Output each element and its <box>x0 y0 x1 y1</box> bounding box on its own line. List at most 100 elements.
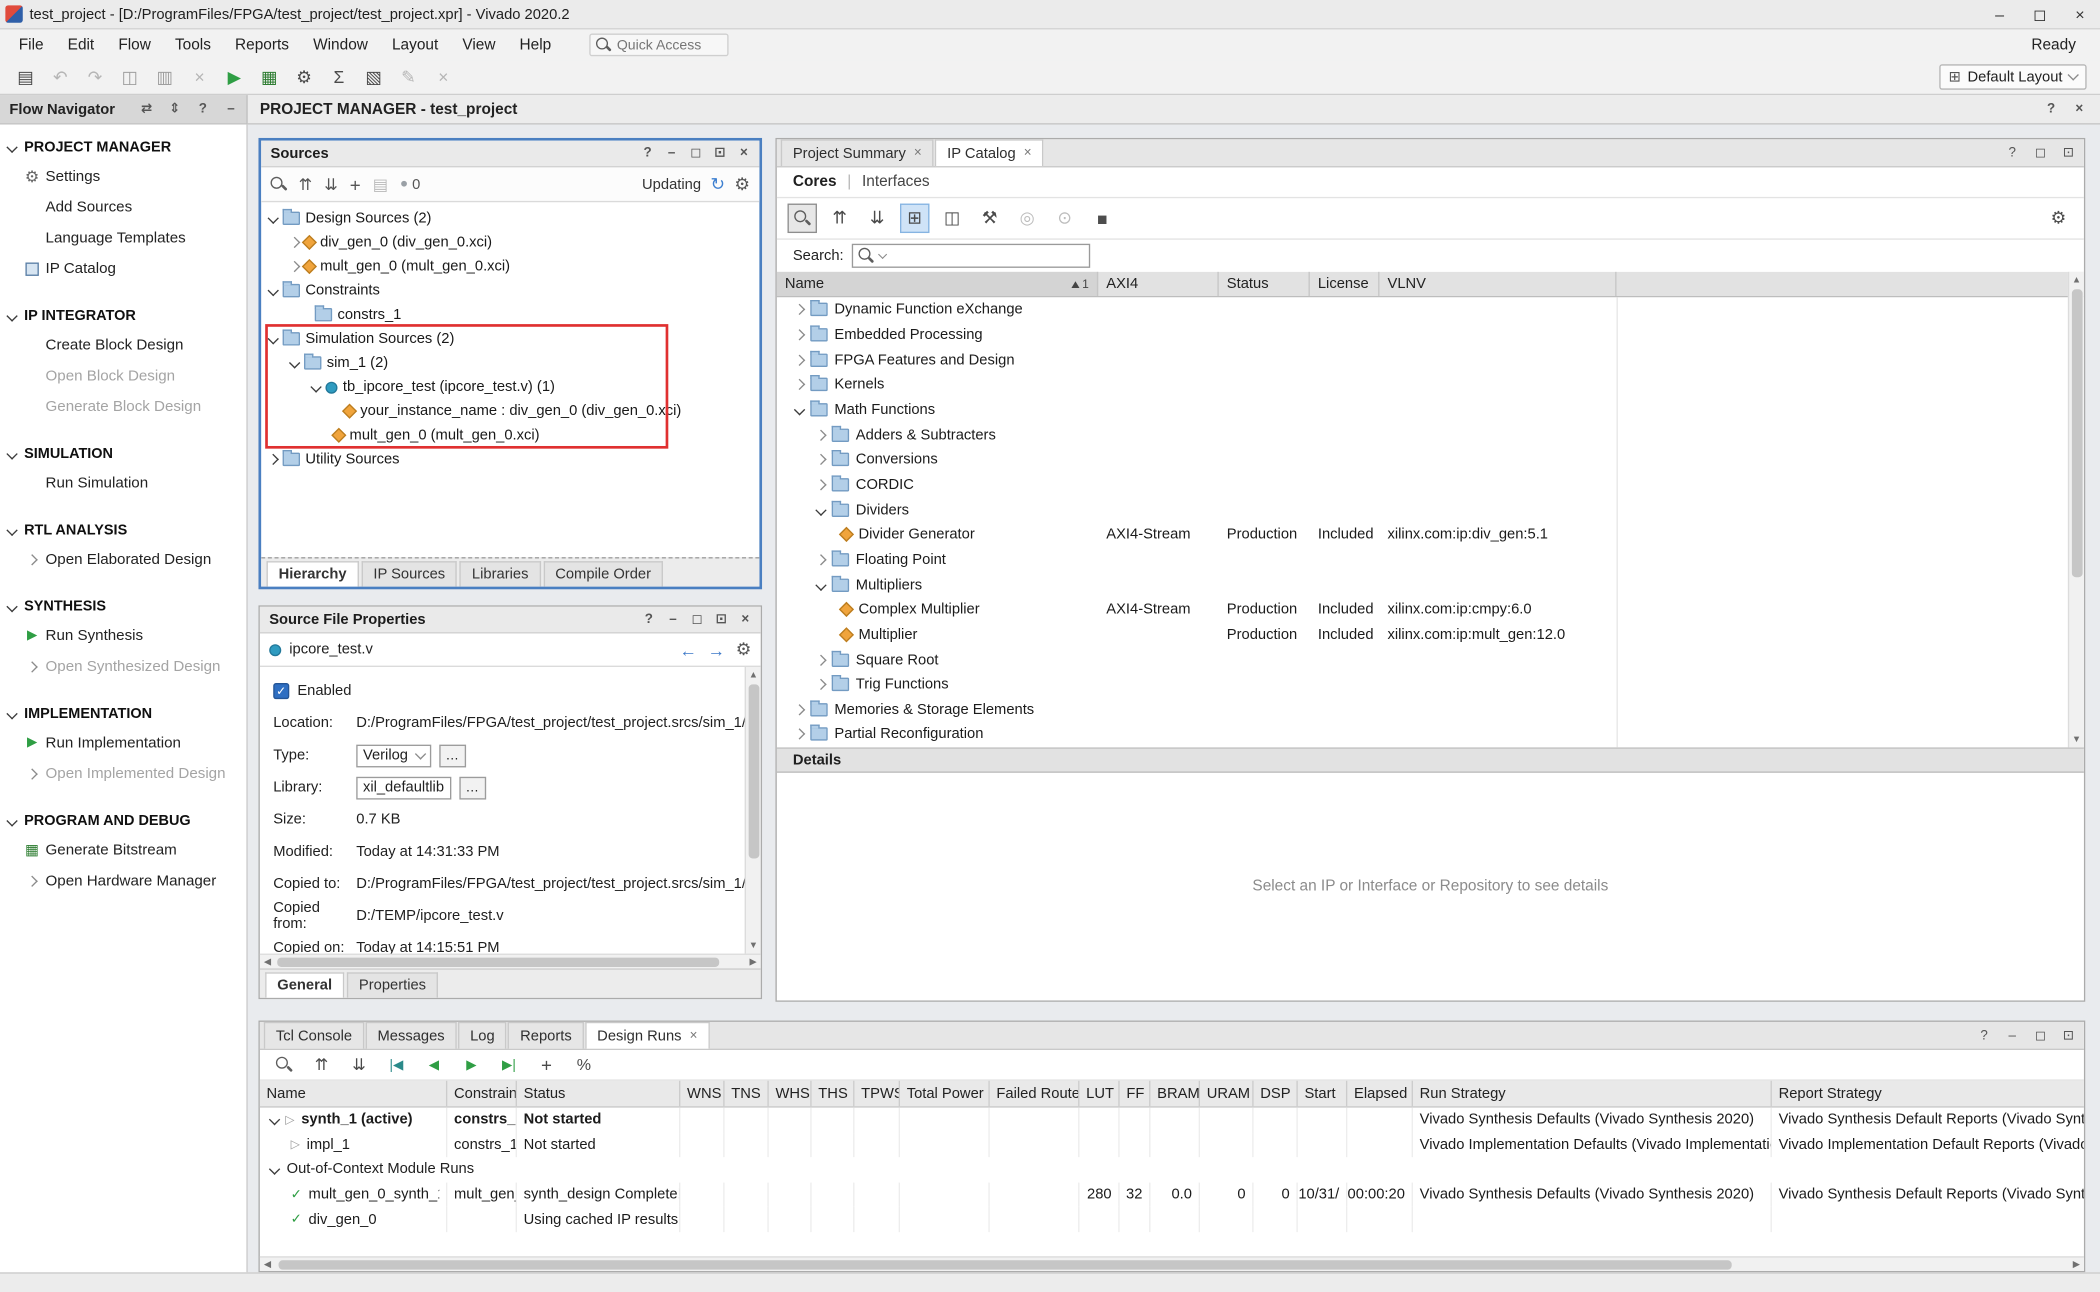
expand-arrow-icon[interactable] <box>794 354 805 365</box>
tree-row-simulation-sources[interactable]: Simulation Sources (2) <box>261 327 759 351</box>
search-icon[interactable] <box>271 1053 298 1077</box>
refresh-icon[interactable]: ↻ <box>710 173 725 194</box>
expand-arrow-icon[interactable] <box>794 729 805 740</box>
launch-runs-icon[interactable]: ▶ <box>458 1053 485 1077</box>
scroll-down-icon[interactable]: ▼ <box>2069 731 2084 747</box>
maximize-icon[interactable]: ◻ <box>687 609 707 629</box>
expand-arrow-icon[interactable] <box>815 454 826 465</box>
help-icon[interactable]: ? <box>2002 143 2022 163</box>
column-header-start[interactable]: Start <box>1298 1081 1348 1106</box>
expand-all-icon[interactable]: ⇊ <box>324 175 337 194</box>
float-icon[interactable]: ⊡ <box>2058 143 2078 163</box>
collapse-arrow-icon[interactable] <box>310 381 321 392</box>
menu-window[interactable]: Window <box>302 33 378 57</box>
sum-icon[interactable]: Σ <box>324 64 353 91</box>
tab-reports[interactable]: Reports <box>508 1022 584 1049</box>
help-icon[interactable]: ? <box>639 609 659 629</box>
group-by-category-icon[interactable]: ⊞ <box>900 204 929 233</box>
column-header-report-strategy[interactable]: Report Strategy <box>1772 1081 2084 1106</box>
column-header-tns[interactable]: TNS <box>725 1081 769 1106</box>
cancel-icon[interactable]: × <box>429 64 458 91</box>
close-icon[interactable]: × <box>2069 99 2089 119</box>
column-header-axi4[interactable]: AXI4 <box>1098 272 1219 296</box>
search-icon[interactable] <box>788 204 817 233</box>
hierarchy-view-icon[interactable]: ◫ <box>938 204 967 233</box>
minimize-icon[interactable]: – <box>663 609 683 629</box>
expand-arrow-icon[interactable] <box>794 704 805 715</box>
report-icon[interactable]: ▧ <box>359 64 388 91</box>
expand-arrow-icon[interactable] <box>794 379 805 390</box>
maximize-icon[interactable]: ◻ <box>2030 1025 2050 1045</box>
sidebar-item-open-synthesized-design[interactable]: Open Synthesized Design <box>0 651 246 682</box>
tab-general[interactable]: General <box>265 972 344 997</box>
column-header-uram[interactable]: URAM <box>1200 1081 1254 1106</box>
scroll-right-icon[interactable]: ▶ <box>749 956 756 967</box>
column-header-wns[interactable]: WNS <box>680 1081 724 1106</box>
tab-hierarchy[interactable]: Hierarchy <box>267 561 359 586</box>
design-run-row-ooc-group[interactable]: Out-of-Context Module Runs <box>260 1157 2084 1182</box>
menu-view[interactable]: View <box>452 33 507 57</box>
expand-arrow-icon[interactable] <box>815 679 826 690</box>
sidebar-item-run-implementation[interactable]: ▶Run Implementation <box>0 727 246 758</box>
column-header-vlnv[interactable]: VLNV <box>1379 272 1616 296</box>
tab-properties[interactable]: Properties <box>347 972 438 997</box>
help-icon[interactable]: ? <box>2041 99 2061 119</box>
sidebar-item-language-templates[interactable]: Language Templates <box>0 222 246 253</box>
column-header-total-power[interactable]: Total Power <box>900 1081 990 1106</box>
close-icon[interactable]: × <box>690 1029 698 1044</box>
expand-arrow-icon[interactable] <box>794 304 805 315</box>
tab-compile-order[interactable]: Compile Order <box>543 561 663 586</box>
redo-icon[interactable]: ↷ <box>80 64 109 91</box>
expand-arrow-icon[interactable] <box>815 654 826 665</box>
collapse-arrow-icon[interactable] <box>815 579 826 590</box>
column-header-constraints[interactable]: Constraints <box>447 1081 517 1106</box>
subtab-cores[interactable]: Cores <box>793 174 837 190</box>
tab-libraries[interactable]: Libraries <box>460 561 541 586</box>
ip-category-row[interactable]: Floating Point <box>777 547 2084 572</box>
copy-icon[interactable]: ◫ <box>115 64 144 91</box>
design-run-row-impl-1[interactable]: ▷impl_1 constrs_1 Not started Vivado Imp… <box>260 1132 2084 1157</box>
percent-icon[interactable]: % <box>571 1053 598 1077</box>
minimize-icon[interactable]: – <box>2002 1025 2022 1045</box>
ip-settings-icon[interactable]: ⊙ <box>1050 204 1079 233</box>
column-header-bram[interactable]: BRAM <box>1150 1081 1200 1106</box>
tree-row-div-gen-0[interactable]: div_gen_0 (div_gen_0.xci) <box>261 230 759 254</box>
sidebar-item-generate-block-design[interactable]: Generate Block Design <box>0 391 246 422</box>
expand-arrow-icon[interactable] <box>815 554 826 565</box>
sidebar-item-create-block-design[interactable]: Create Block Design <box>0 329 246 360</box>
column-header-status[interactable]: Status <box>1219 272 1310 296</box>
ip-row-divider-generator[interactable]: Divider GeneratorAXI4-StreamProductionIn… <box>777 522 2084 547</box>
collapse-arrow-icon[interactable] <box>269 1114 280 1125</box>
column-header-dsp[interactable]: DSP <box>1254 1081 1298 1106</box>
expand-collapse-icon[interactable]: ⇕ <box>165 99 185 119</box>
tree-row-design-sources[interactable]: Design Sources (2) <box>261 206 759 230</box>
ip-category-row[interactable]: Trig Functions <box>777 672 2084 697</box>
tree-row-sim-1[interactable]: sim_1 (2) <box>261 351 759 375</box>
settings-gear-icon[interactable]: ⚙ <box>289 64 318 91</box>
help-icon[interactable]: ? <box>638 143 658 163</box>
design-run-row-mult-gen-0-synth-1[interactable]: ✓mult_gen_0_synth_1 mult_gen_0 synth_des… <box>260 1182 2084 1207</box>
ip-category-row[interactable]: Multipliers <box>777 572 2084 597</box>
design-run-row-synth-1[interactable]: ▷synth_1 (active) constrs_1 Not started … <box>260 1108 2084 1133</box>
expand-all-icon[interactable]: ⇊ <box>346 1053 373 1077</box>
nav-section-header[interactable]: IMPLEMENTATION <box>0 699 246 727</box>
maximize-icon[interactable]: ◻ <box>2030 143 2050 163</box>
column-header-whs[interactable]: WHS <box>769 1081 812 1106</box>
sidebar-item-ip-catalog[interactable]: IP Catalog <box>0 253 246 284</box>
column-header-tpws[interactable]: TPWS <box>854 1081 900 1106</box>
sidebar-item-add-sources[interactable]: Add Sources <box>0 192 246 223</box>
back-icon[interactable]: ← <box>679 640 696 660</box>
reset-runs-icon[interactable]: |◀ <box>383 1053 410 1077</box>
scrollbar-thumb[interactable] <box>749 684 760 858</box>
create-runs-icon[interactable]: + <box>533 1053 560 1077</box>
ip-category-row[interactable]: Dividers <box>777 497 2084 522</box>
horizontal-scrollbar[interactable]: ◀▶ <box>260 1256 2084 1271</box>
delete-icon[interactable]: × <box>185 64 214 91</box>
close-icon[interactable]: × <box>735 609 755 629</box>
scroll-down-icon[interactable]: ▼ <box>746 938 761 954</box>
browse-button[interactable]: … <box>439 744 466 767</box>
column-header-license[interactable]: License <box>1310 272 1380 296</box>
nav-section-header[interactable]: SYNTHESIS <box>0 592 246 620</box>
menu-help[interactable]: Help <box>509 33 562 57</box>
ip-category-row[interactable]: Square Root <box>777 647 2084 672</box>
